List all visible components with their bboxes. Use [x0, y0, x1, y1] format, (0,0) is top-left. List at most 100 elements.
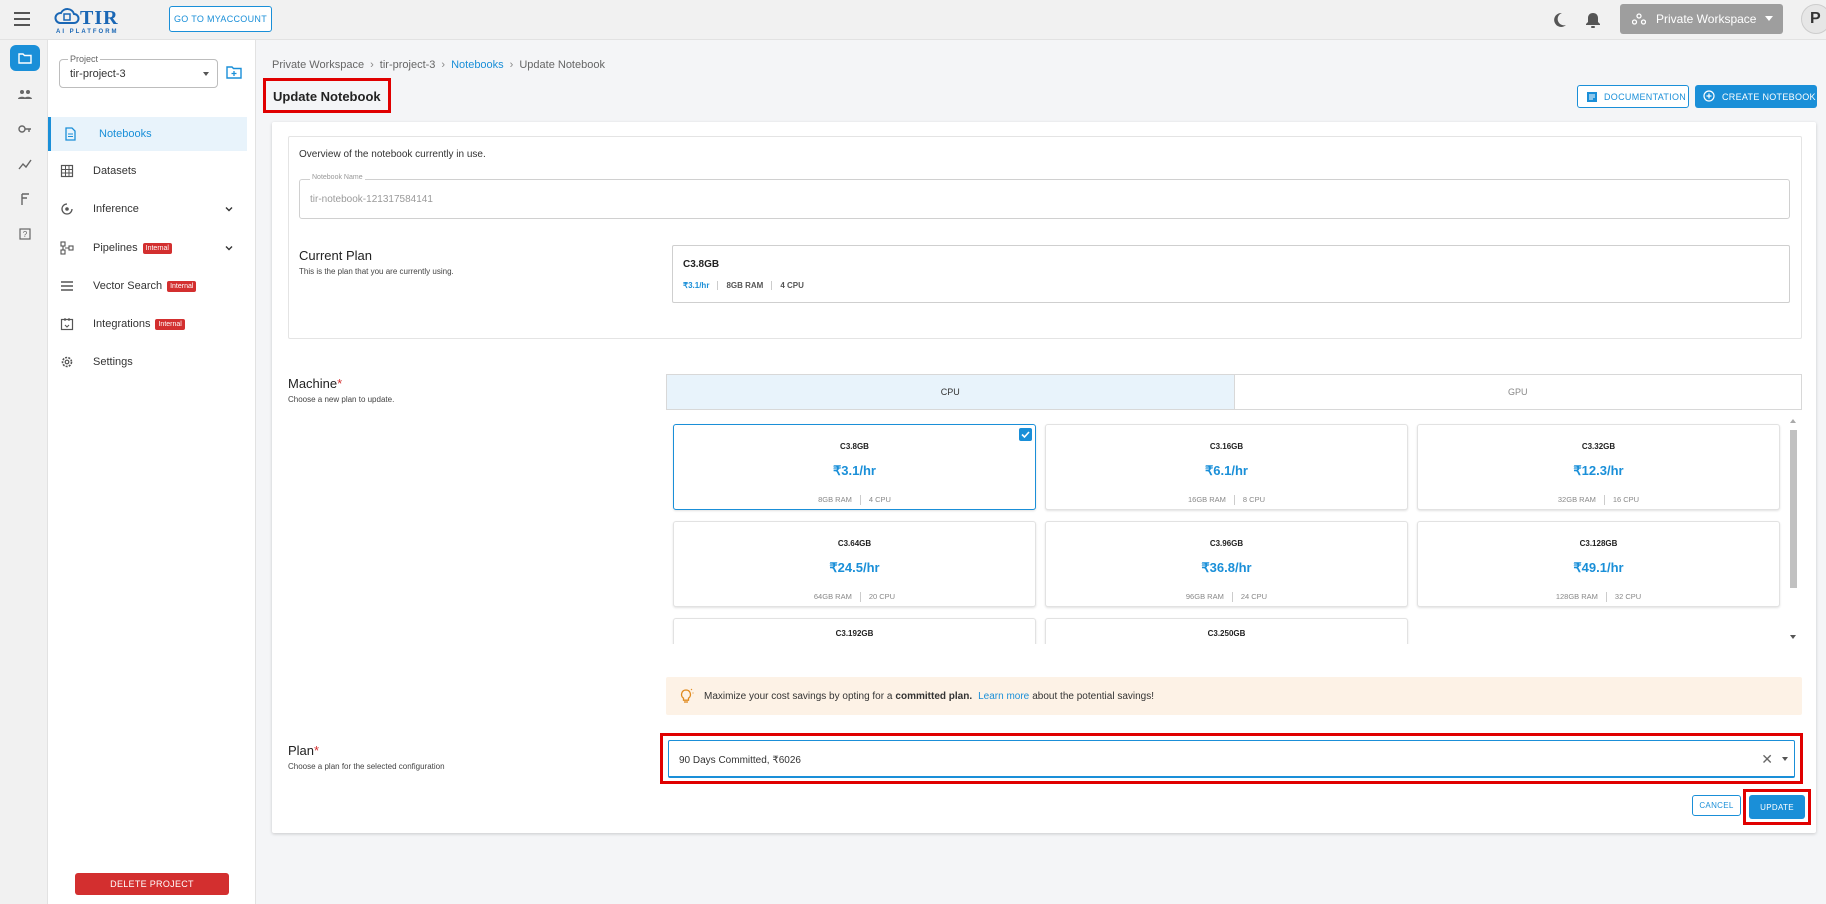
- required-mark: *: [337, 376, 343, 391]
- plan-subtitle: Choose a plan for the selected configura…: [288, 762, 445, 771]
- breadcrumb: Private Workspace › tir-project-3 › Notebook…: [272, 59, 605, 71]
- current-plan-cpu: 4 CPU: [771, 281, 812, 290]
- cancel-button[interactable]: CANCEL: [1692, 795, 1741, 816]
- plan-ram: 96GB RAM: [1185, 592, 1224, 601]
- sidebar-item-settings[interactable]: Settings: [48, 345, 247, 379]
- plan-title-text: Plan: [288, 743, 315, 758]
- plan-card-c3-96gb[interactable]: C3.96GB ₹36.8/hr 96GB RAM 24 CPU: [1045, 521, 1408, 607]
- tab-gpu[interactable]: GPU: [1235, 375, 1802, 409]
- documentation-button[interactable]: DOCUMENTATION: [1577, 85, 1689, 108]
- machine-title-text: Machine: [288, 376, 338, 391]
- breadcrumb-workspace[interactable]: Private Workspace: [272, 59, 364, 71]
- sidebar-item-inference[interactable]: Inference: [48, 192, 247, 226]
- plan-specs: 96GB RAM 24 CPU: [1046, 592, 1407, 603]
- plan-cpu: 4 CPU: [868, 495, 891, 504]
- plan-specs: 64GB RAM 20 CPU: [674, 592, 1035, 603]
- plan-card-c3-16gb[interactable]: C3.16GB ₹6.1/hr 16GB RAM 8 CPU: [1045, 424, 1408, 510]
- notification-bell-icon[interactable]: [1584, 11, 1602, 29]
- create-notebook-button[interactable]: CREATE NOTEBOOK: [1695, 85, 1817, 108]
- plan-select[interactable]: 90 Days Committed, ₹6026 ✕: [668, 740, 1795, 778]
- plan-price: ₹6.1/hr: [1205, 463, 1248, 478]
- plan-price: ₹49.1/hr: [1573, 560, 1624, 575]
- add-circle-icon: [1703, 90, 1715, 102]
- tir-logo[interactable]: TIR AI PLATFORM: [54, 5, 134, 37]
- sidebar-item-integrations[interactable]: Integrations Internal: [48, 307, 247, 341]
- plan-cpu: 8 CPU: [1242, 495, 1266, 504]
- plan-cpu: 20 CPU: [868, 592, 896, 601]
- tab-cpu[interactable]: CPU: [667, 375, 1235, 409]
- plan-card-c3-8gb[interactable]: C3.8GB ₹3.1/hr 8GB RAM 4 CPU: [673, 424, 1036, 510]
- clear-icon[interactable]: ✕: [1761, 751, 1773, 768]
- sidebar-item-notebooks[interactable]: Notebooks: [48, 117, 247, 151]
- rail-projects-folder-icon[interactable]: [10, 45, 40, 71]
- spec-divider: [1603, 495, 1605, 506]
- pipeline-icon: [60, 241, 74, 255]
- sidebar-item-datasets[interactable]: Datasets: [48, 154, 247, 188]
- plan-name: C3.96GB: [1209, 539, 1244, 548]
- rail-help-icon[interactable]: ?: [10, 221, 40, 247]
- plan-card-c3-64gb[interactable]: C3.64GB ₹24.5/hr 64GB RAM 20 CPU: [673, 521, 1036, 607]
- lightbulb-icon: [680, 688, 694, 703]
- plan-ram: 16GB RAM: [1187, 495, 1226, 504]
- plan-specs: 16GB RAM 8 CPU: [1046, 495, 1407, 506]
- project-select[interactable]: Project tir-project-3: [59, 54, 218, 88]
- tip-suffix: about the potential savings!: [1032, 690, 1155, 702]
- integrations-icon: [60, 318, 74, 331]
- plan-price: ₹36.8/hr: [1201, 560, 1252, 575]
- workspace-selector[interactable]: Private Workspace: [1620, 4, 1783, 34]
- sidebar-item-label-wrap: Vector Search Internal: [93, 280, 197, 292]
- notebook-icon: [65, 127, 76, 141]
- plan-specs: 8GB RAM 4 CPU: [674, 495, 1035, 506]
- delete-project-button[interactable]: DELETE PROJECT: [75, 873, 229, 895]
- plan-cpu: 32 CPU: [1614, 592, 1642, 601]
- vector-list-icon: [61, 281, 73, 291]
- svg-text:?: ?: [23, 230, 28, 239]
- scroll-up-arrow-icon[interactable]: [1790, 419, 1796, 423]
- plan-card-c3-250gb[interactable]: C3.250GB: [1045, 618, 1408, 644]
- checkbox-checked-icon[interactable]: [1019, 428, 1032, 441]
- chevron-down-icon[interactable]: [225, 244, 233, 252]
- plan-grid-scrollbar[interactable]: [1786, 416, 1800, 644]
- breadcrumb-project[interactable]: tir-project-3: [380, 59, 436, 71]
- sidebar-item-vector-search[interactable]: Vector Search Internal: [48, 269, 247, 303]
- update-button[interactable]: UPDATE: [1749, 795, 1805, 819]
- plan-name: C3.128GB: [1579, 539, 1618, 548]
- plan-price: ₹24.5/hr: [829, 560, 880, 575]
- rail-analytics-icon[interactable]: [10, 151, 40, 177]
- spec-divider: [1605, 592, 1607, 603]
- document-icon: [1587, 92, 1597, 102]
- sidebar-item-label: Datasets: [93, 165, 137, 177]
- breadcrumb-notebooks[interactable]: Notebooks: [451, 59, 504, 71]
- chevron-down-icon[interactable]: [225, 205, 233, 213]
- chevron-down-icon[interactable]: [1782, 757, 1788, 761]
- breadcrumb-current: Update Notebook: [519, 59, 605, 71]
- sidebar-item-label-wrap: Pipelines Internal: [93, 242, 172, 254]
- tip-bold: committed plan.: [895, 690, 973, 702]
- scroll-thumb[interactable]: [1790, 430, 1797, 588]
- rail-team-users-icon[interactable]: [10, 81, 40, 107]
- menu-icon[interactable]: [14, 12, 30, 26]
- sidebar-item-label: Pipelines: [93, 242, 138, 254]
- go-to-myaccount-button[interactable]: GO TO MYACCOUNT: [169, 6, 272, 32]
- sidebar-item-label: Settings: [93, 356, 133, 368]
- create-notebook-label: CREATE NOTEBOOK: [1722, 91, 1816, 102]
- dark-mode-moon-icon[interactable]: [1550, 11, 1568, 29]
- scroll-down-arrow-icon[interactable]: [1790, 635, 1796, 639]
- sidebar-item-label: Integrations: [93, 318, 151, 330]
- new-folder-icon[interactable]: [226, 65, 242, 79]
- page-title: Update Notebook: [263, 78, 391, 113]
- plan-card-c3-128gb[interactable]: C3.128GB ₹49.1/hr 128GB RAM 32 CPU: [1417, 521, 1780, 607]
- sidebar-item-pipelines[interactable]: Pipelines Internal: [48, 231, 247, 265]
- user-avatar[interactable]: P: [1801, 4, 1826, 34]
- rail-key-icon[interactable]: [10, 116, 40, 142]
- chevron-down-icon: [203, 72, 209, 76]
- plan-price: ₹3.1/hr: [833, 463, 876, 478]
- learn-more-link[interactable]: Learn more: [978, 691, 1029, 702]
- chevron-down-icon: [1765, 16, 1773, 21]
- workspace-icon: [1632, 13, 1646, 25]
- plan-card-c3-192gb[interactable]: C3.192GB: [673, 618, 1036, 644]
- sidebar-item-label: Vector Search: [93, 280, 163, 292]
- plan-card-c3-32gb[interactable]: C3.32GB ₹12.3/hr 32GB RAM 16 CPU: [1417, 424, 1780, 510]
- spec-divider: [859, 592, 861, 603]
- rail-billing-icon[interactable]: [10, 186, 40, 212]
